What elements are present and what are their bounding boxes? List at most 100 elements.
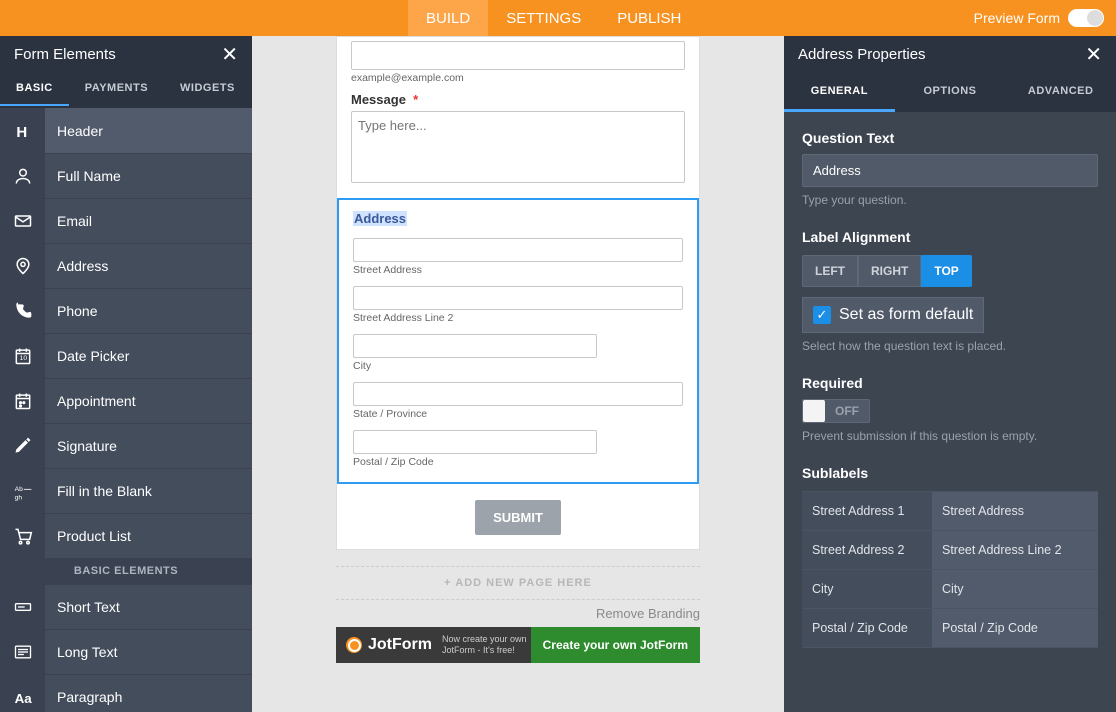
element-fullname[interactable]: Full Name — [0, 153, 252, 198]
label-align-title: Label Alignment — [802, 229, 1098, 245]
sublabel-row: CityCity — [802, 569, 1098, 608]
address-label: Address — [353, 211, 407, 226]
close-icon[interactable]: ✕ — [1085, 42, 1102, 67]
jotform-text: Now create your own JotForm - It's free! — [442, 634, 531, 656]
element-label: Address — [45, 258, 108, 274]
sublabels-table: Street Address 1Street AddressStreet Add… — [802, 491, 1098, 648]
sublabel-value[interactable]: Postal / Zip Code — [932, 609, 1098, 647]
form-canvas: E-mail example@example.com Message * Add… — [252, 36, 784, 712]
right-panel-tabs: GENERAL OPTIONS ADVANCED — [784, 72, 1116, 112]
address-subfield: Postal / Zip Code — [353, 420, 683, 468]
address-field-selected[interactable]: Address Street AddressStreet Address Lin… — [337, 198, 699, 484]
element-product[interactable]: Product List — [0, 513, 252, 558]
element-paragraph[interactable]: AaParagraph — [0, 674, 252, 712]
element-phone[interactable]: Phone — [0, 288, 252, 333]
signature-icon — [0, 424, 45, 469]
element-fillblank[interactable]: AbghFill in the Blank — [0, 468, 252, 513]
svg-text:Aa: Aa — [14, 691, 32, 706]
address-sublabel: City — [353, 360, 683, 372]
close-icon[interactable]: ✕ — [221, 42, 238, 67]
tab-payments[interactable]: PAYMENTS — [69, 72, 164, 106]
question-text-title: Question Text — [802, 130, 1098, 146]
label-align-segmented: LEFT RIGHT TOP — [802, 255, 1098, 287]
element-email[interactable]: Email — [0, 198, 252, 243]
element-label: Header — [45, 123, 103, 139]
address-subfield: Street Address — [353, 228, 683, 276]
svg-text:gh: gh — [14, 494, 22, 501]
sublabel-value[interactable]: City — [932, 570, 1098, 608]
element-appointment[interactable]: Appointment — [0, 378, 252, 423]
jotform-cta-button[interactable]: Create your own JotForm — [531, 627, 700, 663]
form-card: E-mail example@example.com Message * Add… — [336, 36, 700, 550]
shorttext-icon — [0, 585, 45, 630]
address-input[interactable] — [353, 286, 683, 310]
label-align-help: Select how the question text is placed. — [802, 339, 1098, 353]
email-input[interactable] — [351, 41, 685, 70]
tab-widgets[interactable]: WIDGETS — [164, 72, 251, 106]
fullname-icon — [0, 154, 45, 199]
preview-form[interactable]: Preview Form — [974, 9, 1104, 27]
sublabel-row: Street Address 1Street Address — [802, 491, 1098, 530]
svg-text:10: 10 — [19, 355, 27, 362]
address-input[interactable] — [353, 382, 683, 406]
message-input[interactable] — [351, 111, 685, 183]
element-header[interactable]: HHeader — [0, 108, 252, 153]
address-icon — [0, 244, 45, 289]
tab-options[interactable]: OPTIONS — [895, 72, 1006, 112]
add-new-page[interactable]: + ADD NEW PAGE HERE — [336, 566, 700, 600]
paragraph-icon: Aa — [0, 675, 45, 712]
align-top[interactable]: TOP — [921, 255, 971, 287]
tab-general[interactable]: GENERAL — [784, 72, 895, 112]
tab-basic[interactable]: BASIC — [0, 72, 69, 106]
set-default-checkbox[interactable]: ✓ Set as form default — [802, 297, 984, 333]
fillblank-icon: Abgh — [0, 469, 45, 514]
element-list: HHeaderFull Name Email Address Phone 10Date … — [0, 108, 252, 712]
left-panel-tabs: BASIC PAYMENTS WIDGETS — [0, 72, 252, 108]
remove-branding-link[interactable]: Remove Branding — [336, 606, 700, 621]
element-label: Email — [45, 213, 92, 229]
preview-toggle[interactable] — [1068, 9, 1104, 27]
question-text-input[interactable] — [802, 154, 1098, 187]
tab-advanced[interactable]: ADVANCED — [1005, 72, 1116, 112]
preview-label: Preview Form — [974, 10, 1060, 26]
element-label: Phone — [45, 303, 97, 319]
right-panel-title: Address Properties — [798, 46, 926, 63]
element-address[interactable]: Address — [0, 243, 252, 288]
element-date[interactable]: 10Date Picker — [0, 333, 252, 378]
sublabel-row: Street Address 2Street Address Line 2 — [802, 530, 1098, 569]
element-longtext[interactable]: Long Text — [0, 629, 252, 674]
appointment-icon — [0, 379, 45, 424]
sublabel-value[interactable]: Street Address Line 2 — [932, 531, 1098, 569]
submit-button[interactable]: SUBMIT — [475, 500, 561, 535]
sublabel-row: Postal / Zip CodePostal / Zip Code — [802, 608, 1098, 648]
element-label: Signature — [45, 438, 117, 454]
tab-build[interactable]: BUILD — [408, 0, 488, 36]
address-input[interactable] — [353, 430, 597, 454]
element-shorttext[interactable]: Short Text — [0, 584, 252, 629]
element-signature[interactable]: Signature — [0, 423, 252, 468]
sublabel-key: Street Address 2 — [802, 531, 932, 569]
message-label: Message * — [351, 92, 685, 107]
address-subfield: Street Address Line 2 — [353, 276, 683, 324]
check-icon: ✓ — [813, 306, 831, 324]
required-title: Required — [802, 375, 1098, 391]
section-divider: BASIC ELEMENTS — [0, 558, 252, 584]
sublabel-value[interactable]: Street Address — [932, 492, 1098, 530]
product-icon — [0, 514, 45, 559]
date-icon: 10 — [0, 334, 45, 379]
svg-text:Ab: Ab — [14, 486, 22, 493]
tab-publish[interactable]: PUBLISH — [599, 0, 699, 36]
sublabel-key: City — [802, 570, 932, 608]
element-label: Appointment — [45, 393, 136, 409]
jotform-logo: JotForm — [336, 636, 442, 654]
align-left[interactable]: LEFT — [802, 255, 858, 287]
sublabel-key: Street Address 1 — [802, 492, 932, 530]
address-input[interactable] — [353, 334, 597, 358]
required-toggle[interactable]: OFF — [802, 399, 870, 423]
left-panel: Form Elements ✕ BASIC PAYMENTS WIDGETS H… — [0, 36, 252, 712]
required-help: Prevent submission if this question is e… — [802, 429, 1098, 443]
jotform-banner: JotForm Now create your own JotForm - It… — [336, 627, 700, 663]
align-right[interactable]: RIGHT — [858, 255, 921, 287]
tab-settings[interactable]: SETTINGS — [488, 0, 599, 36]
address-input[interactable] — [353, 238, 683, 262]
